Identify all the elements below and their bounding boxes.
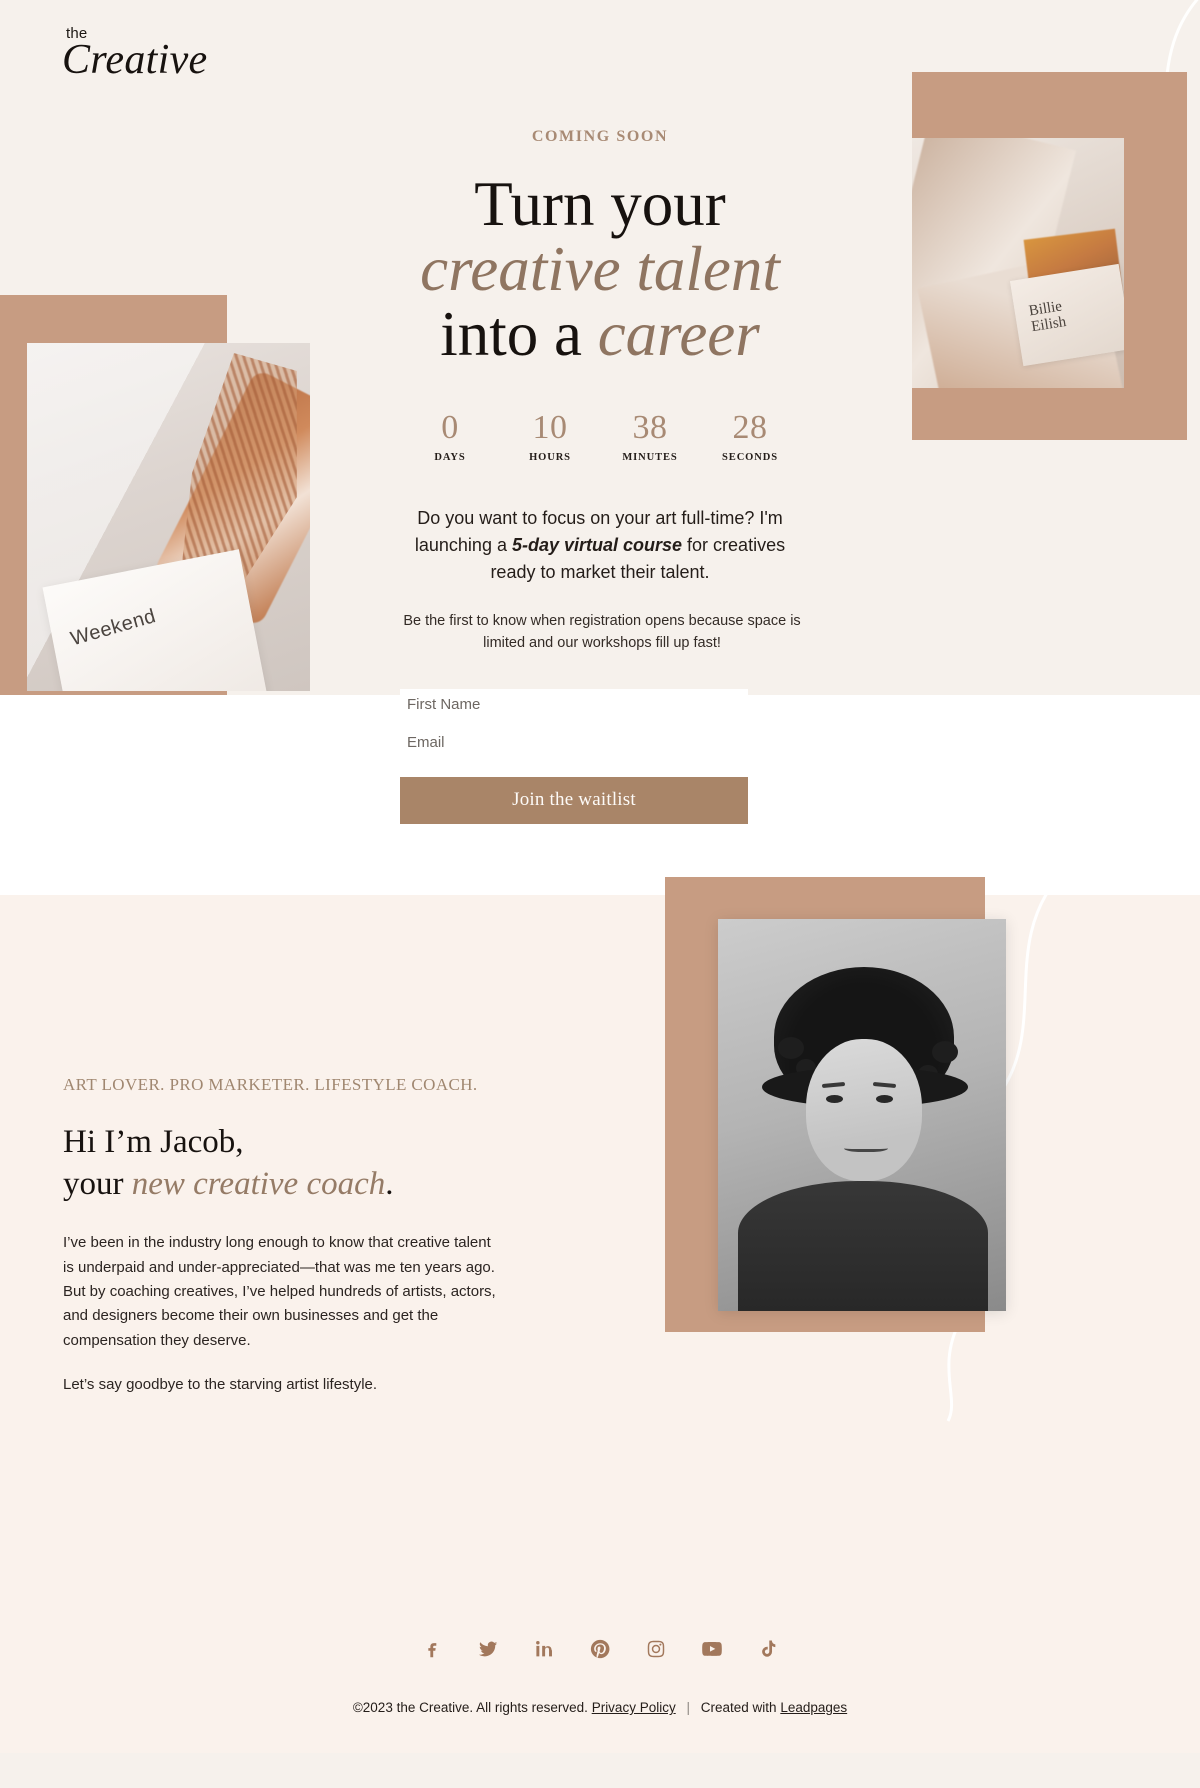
privacy-policy-link[interactable]: Privacy Policy: [592, 1700, 676, 1715]
instagram-icon[interactable]: [641, 1634, 671, 1664]
portrait-eye-right: [876, 1095, 893, 1103]
linkedin-icon[interactable]: [529, 1634, 559, 1664]
portrait-mouth: [844, 1143, 888, 1152]
about-paragraph-2: Let’s say goodbye to the starving artist…: [63, 1375, 378, 1393]
about-heading-line-2-period: .: [385, 1166, 394, 1203]
hero-image-right: Billie Eilish: [912, 72, 1200, 452]
portrait-eye-left: [826, 1095, 843, 1103]
youtube-icon[interactable]: [697, 1634, 727, 1664]
about-heading: Hi I’m Jacob, your new creative coach.: [63, 1121, 563, 1205]
hero-image-left: Weekend: [0, 295, 310, 735]
created-with-text: Created with: [700, 1700, 777, 1715]
about-heading-line-1: Hi I’m Jacob,: [63, 1124, 244, 1160]
countdown-minutes-value: 38: [632, 408, 668, 446]
about-kicker: ART LOVER. PRO MARKETER. LIFESTYLE COACH…: [63, 1075, 478, 1094]
email-input[interactable]: [400, 726, 748, 759]
copyright-text: ©2023 the Creative. All rights reserved.: [352, 1700, 588, 1715]
waitlist-form: Join the waitlist: [400, 688, 748, 824]
hero-lead-emphasis: 5-day virtual course: [511, 534, 683, 555]
footer-copyright: ©2023 the Creative. All rights reserved.…: [0, 1700, 1200, 1715]
twitter-icon[interactable]: [473, 1634, 503, 1664]
countdown-unit-days: 0 DAYS: [400, 408, 500, 463]
headline-line-3-plain: into a: [440, 298, 598, 369]
countdown-seconds-label: SECONDS: [722, 451, 778, 463]
countdown-hours-value: 10: [532, 408, 568, 446]
headline-line-3-accent: career: [597, 298, 760, 369]
about-text-block: ART LOVER. PRO MARKETER. LIFESTYLE COACH…: [63, 1075, 563, 1397]
headline-line-1: Turn your: [474, 169, 726, 239]
footer-separator: |: [686, 1700, 690, 1715]
page-footer: ©2023 the Creative. All rights reserved.…: [0, 1610, 1200, 1753]
weekend-magazine-photo: Weekend: [27, 343, 310, 691]
brand-logo-name: Creative: [62, 37, 208, 83]
headline-line-2: creative talent: [420, 233, 780, 304]
countdown-days-value: 0: [441, 408, 459, 446]
hero-section: the Creative Weekend BillieEilish COMIN: [0, 0, 1200, 895]
brand-logo[interactable]: the Creative: [62, 26, 207, 81]
pinterest-icon[interactable]: [585, 1634, 615, 1664]
about-heading-line-2-plain: your: [63, 1166, 132, 1203]
countdown-minutes-label: MINUTES: [622, 451, 678, 463]
headline-line-3: into a career: [400, 298, 800, 369]
hero-subcopy: Be the first to know when registration o…: [403, 612, 801, 652]
countdown-seconds-value: 28: [732, 408, 768, 446]
tiktok-icon[interactable]: [753, 1634, 783, 1664]
leadpages-link[interactable]: Leadpages: [780, 1700, 847, 1715]
facebook-icon[interactable]: [417, 1634, 447, 1664]
billie-eilish-magazine-photo: Billie Eilish: [912, 138, 1124, 388]
portrait-curl: [932, 1041, 958, 1063]
countdown-unit-minutes: 38 MINUTES: [600, 408, 700, 463]
countdown-days-label: DAYS: [434, 451, 466, 463]
jacob-portrait-photo: [718, 919, 1006, 1311]
countdown-hours-label: HOURS: [529, 451, 571, 463]
countdown-unit-hours: 10 HOURS: [500, 408, 600, 463]
social-links: [0, 1610, 1200, 1664]
billie-eilish-label-text: Billie Eilish: [1027, 298, 1068, 335]
join-waitlist-button[interactable]: Join the waitlist: [400, 776, 748, 824]
portrait-shirt: [738, 1181, 988, 1311]
countdown-timer: 0 DAYS 10 HOURS 38 MINUTES 28 SECONDS: [400, 408, 800, 463]
weekend-card-label: Weekend: [68, 605, 159, 651]
jacob-portrait-wrapper: [665, 877, 1025, 1342]
hero-content: COMING SOON Turn your creative talent in…: [400, 0, 801, 824]
page-title: Turn your creative talent into a career: [400, 172, 800, 367]
portrait-face: [806, 1039, 922, 1181]
billie-eilish-label: Billie Eilish: [1009, 263, 1124, 367]
coming-soon-eyebrow: COMING SOON: [531, 128, 669, 145]
portrait-curl: [778, 1037, 804, 1059]
about-heading-line-2-accent: new creative coach: [131, 1166, 386, 1203]
about-paragraph-1: I’ve been in the industry long enough to…: [63, 1234, 496, 1349]
countdown-unit-seconds: 28 SECONDS: [700, 408, 800, 463]
first-name-input[interactable]: [400, 688, 748, 721]
hero-lead-paragraph: Do you want to focus on your art full-ti…: [400, 505, 800, 586]
